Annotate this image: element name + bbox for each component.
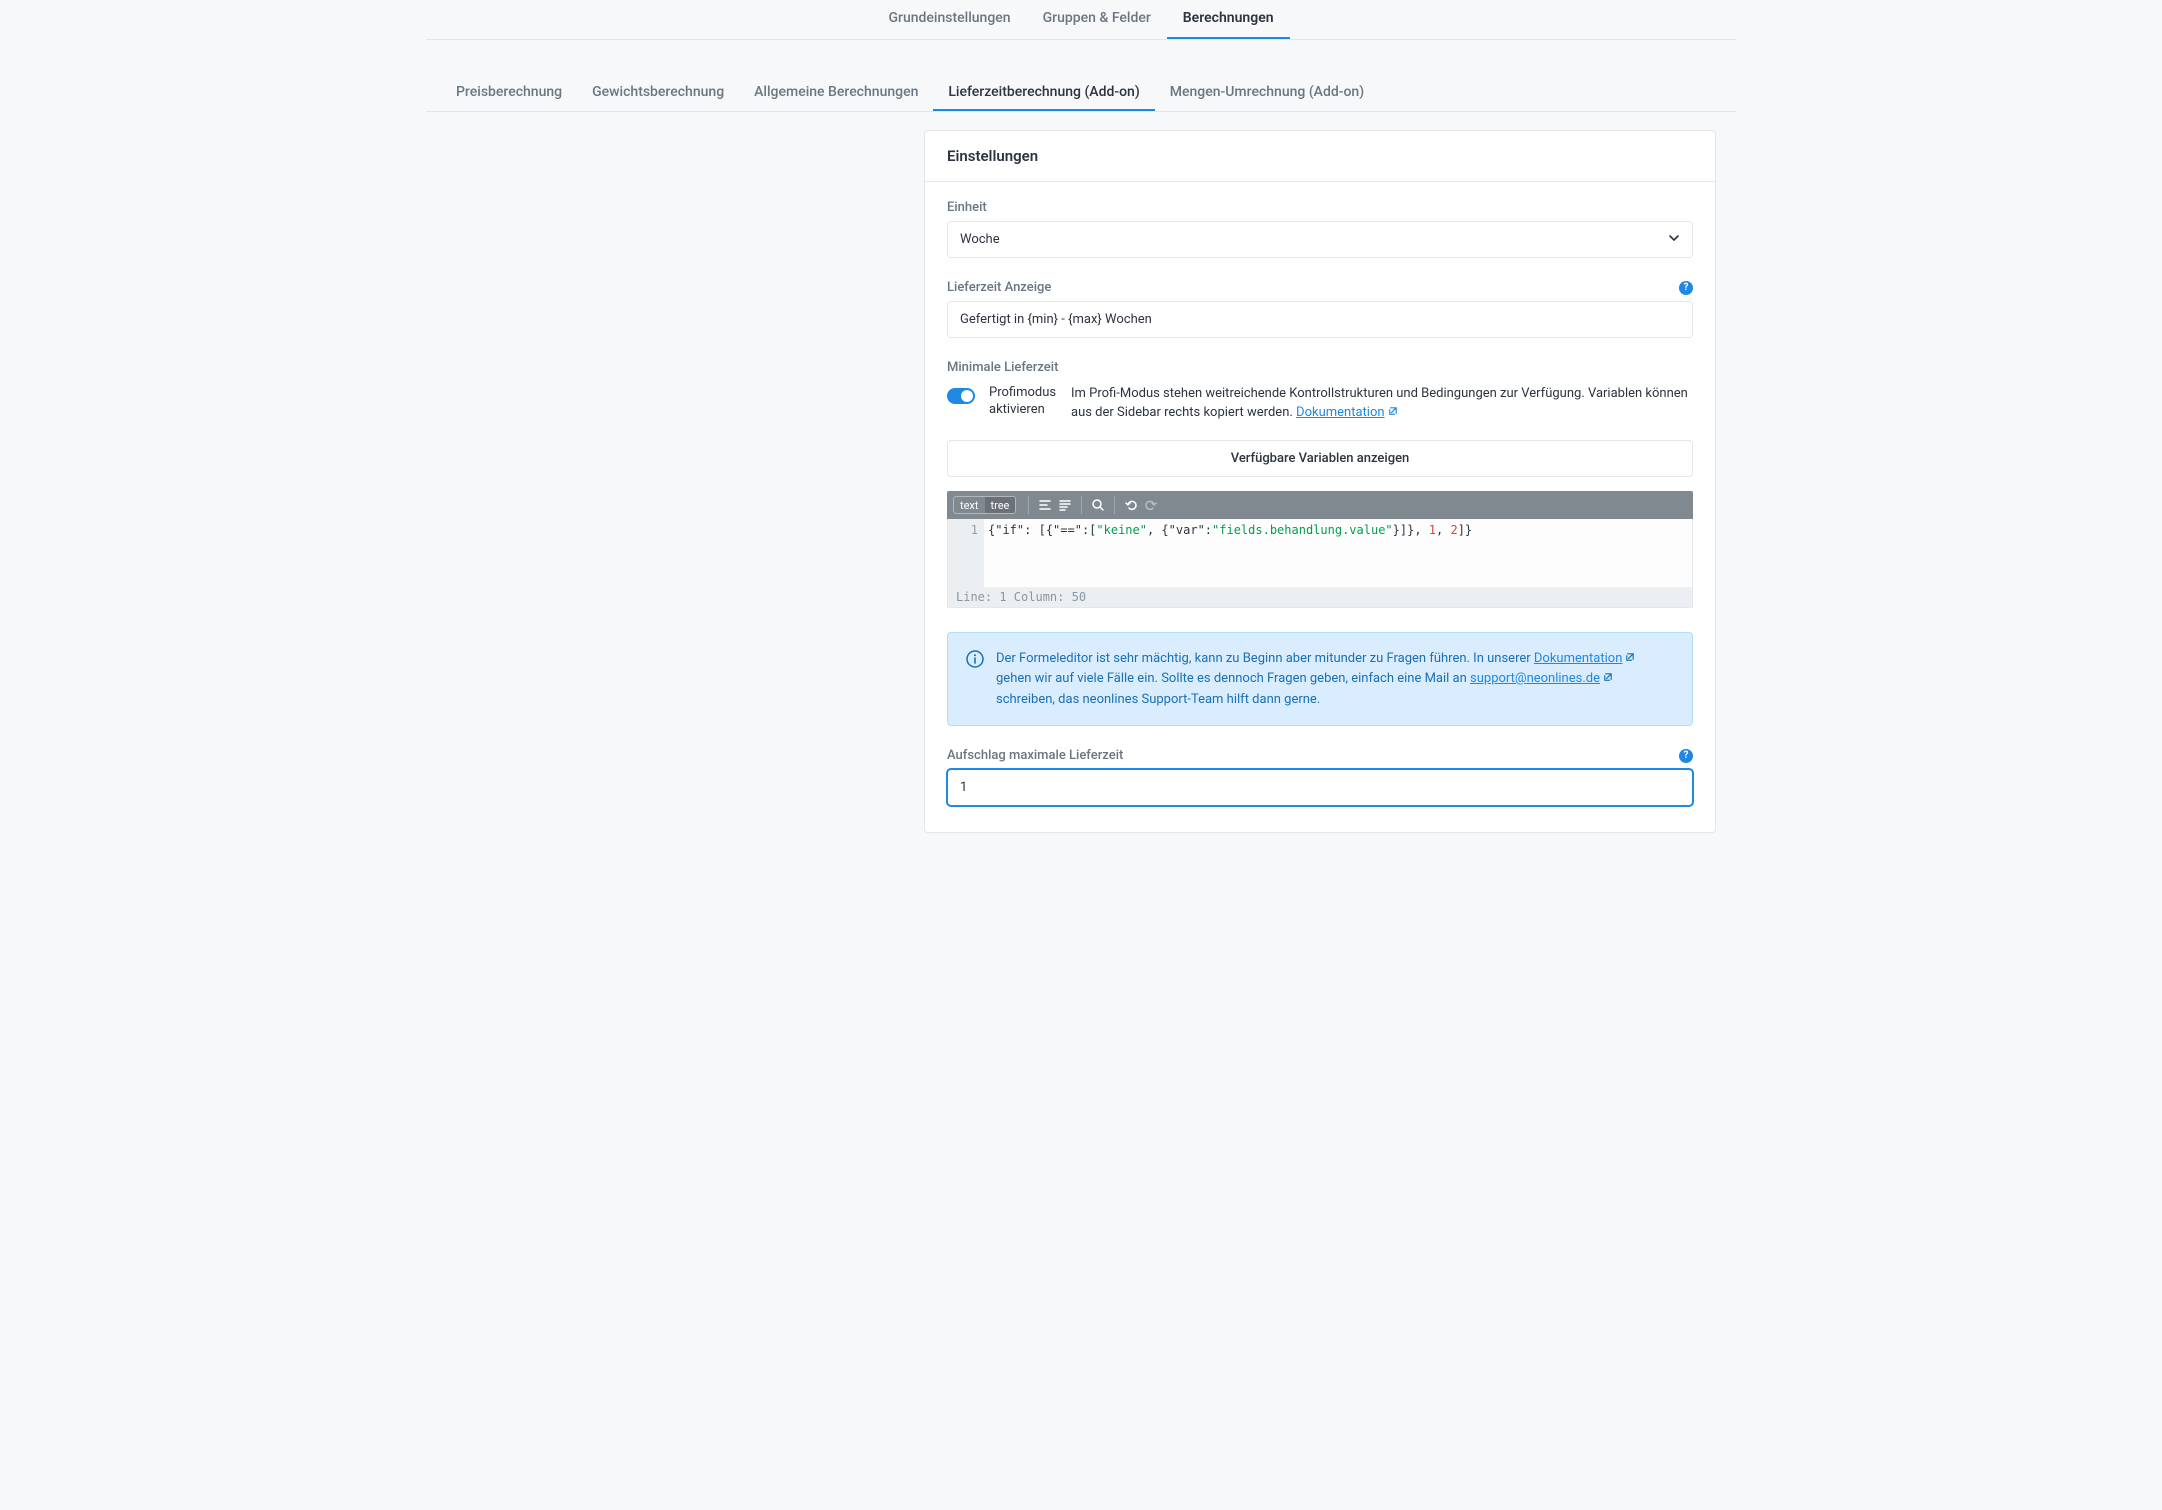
profi-toggle[interactable] — [947, 388, 975, 404]
editor-status: Line: 1 Column: 50 — [947, 587, 1693, 608]
chevron-down-icon — [1668, 232, 1680, 247]
tab-berechnungen[interactable]: Berechnungen — [1167, 0, 1290, 39]
display-input[interactable] — [947, 301, 1693, 338]
panel-header: Einstellungen — [925, 131, 1715, 182]
min-lieferzeit-label: Minimale Lieferzeit — [947, 360, 1693, 375]
help-icon[interactable]: ? — [1679, 281, 1693, 295]
info-box: Der Formeleditor ist sehr mächtig, kann … — [947, 632, 1693, 727]
tab-gruppen-felder[interactable]: Gruppen & Felder — [1027, 0, 1167, 39]
show-variables-button[interactable]: Verfügbare Variablen anzeigen — [947, 440, 1693, 477]
profi-mode-row: Profimodusaktivieren Im Profi-Modus steh… — [947, 385, 1693, 424]
editor-mode-tree[interactable]: tree — [985, 497, 1016, 513]
redo-icon — [1141, 495, 1161, 515]
line-gutter: 1 — [948, 519, 984, 587]
tab-allgemeine-berechnungen[interactable]: Allgemeine Berechnungen — [739, 74, 933, 111]
panel-title: Einstellungen — [947, 147, 1693, 165]
search-icon[interactable] — [1088, 495, 1108, 515]
info-text: Der Formeleditor ist sehr mächtig, kann … — [996, 649, 1674, 710]
unit-value: Woche — [960, 232, 1000, 247]
field-display: Lieferzeit Anzeige ? — [947, 280, 1693, 338]
format-compact-icon[interactable] — [1055, 495, 1075, 515]
external-link-icon — [1602, 670, 1613, 690]
undo-icon[interactable] — [1121, 495, 1141, 515]
help-icon[interactable]: ? — [1679, 749, 1693, 763]
unit-label: Einheit — [947, 200, 987, 215]
external-link-icon — [1624, 650, 1635, 670]
primary-tabs: Grundeinstellungen Gruppen & Felder Bere… — [426, 0, 1736, 40]
settings-panel: Einstellungen Einheit Woche Lieferzeit A… — [924, 130, 1716, 833]
info-mail-link[interactable]: support@neonlines.de — [1470, 671, 1613, 686]
formula-editor: text tree 1 {"if": [{"==":["keine", {"va… — [947, 491, 1693, 608]
display-label: Lieferzeit Anzeige — [947, 280, 1051, 295]
unit-select[interactable]: Woche — [947, 221, 1693, 258]
info-doc-link[interactable]: Dokumentation — [1534, 651, 1636, 666]
max-label: Aufschlag maximale Lieferzeit — [947, 748, 1123, 763]
editor-toolbar: text tree — [947, 491, 1693, 519]
profi-description: Im Profi-Modus stehen weitreichende Kont… — [1071, 385, 1693, 424]
editor-mode-text[interactable]: text — [954, 497, 985, 513]
field-unit: Einheit Woche — [947, 200, 1693, 258]
field-max: Aufschlag maximale Lieferzeit ? — [947, 748, 1693, 806]
code-content[interactable]: {"if": [{"==":["keine", {"var":"fields.b… — [984, 519, 1692, 587]
tab-mengen-umrechnung[interactable]: Mengen-Umrechnung (Add-on) — [1155, 74, 1379, 111]
doc-link[interactable]: Dokumentation — [1296, 405, 1398, 420]
format-indent-icon[interactable] — [1035, 495, 1055, 515]
max-input[interactable] — [947, 769, 1693, 806]
tab-lieferzeitberechnung[interactable]: Lieferzeitberechnung (Add-on) — [933, 74, 1154, 111]
tab-grundeinstellungen[interactable]: Grundeinstellungen — [872, 0, 1026, 39]
tab-gewichtsberechnung[interactable]: Gewichtsberechnung — [577, 74, 739, 111]
code-area[interactable]: 1 {"if": [{"==":["keine", {"var":"fields… — [947, 519, 1693, 587]
info-icon — [966, 650, 984, 668]
tab-preisberechnung[interactable]: Preisberechnung — [441, 74, 577, 111]
profi-toggle-label: Profimodusaktivieren — [989, 385, 1057, 419]
external-link-icon — [1387, 405, 1398, 424]
secondary-tabs: Preisberechnung Gewichtsberechnung Allge… — [426, 74, 1736, 112]
